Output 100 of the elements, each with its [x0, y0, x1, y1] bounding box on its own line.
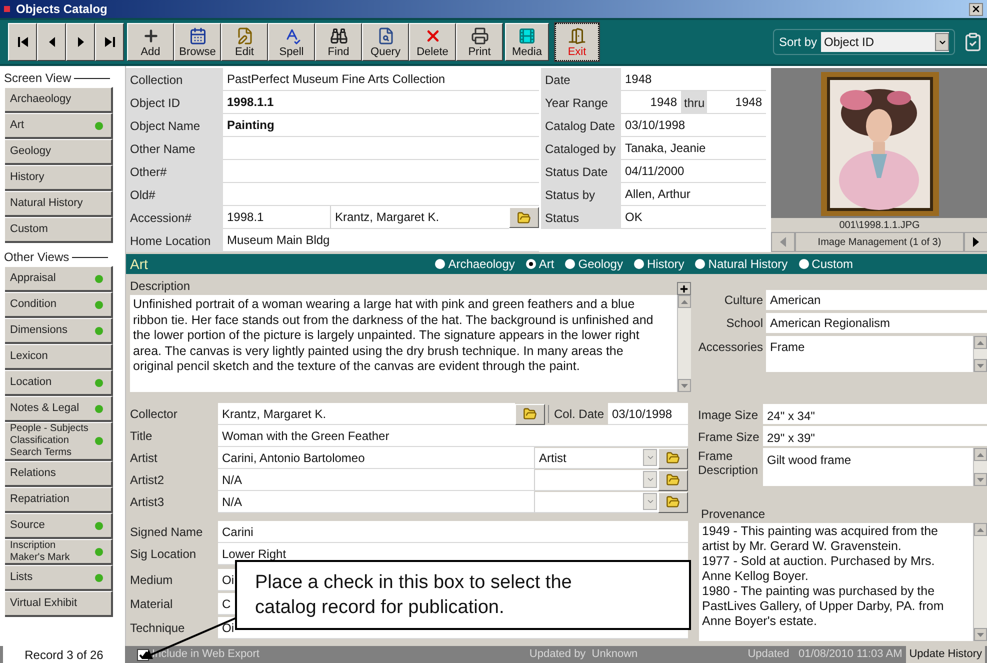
field-label: Accessories	[697, 339, 764, 356]
provenance-entry: 1980 - The painting was purchased by the PastLives Gallery, of Upper Darby, PA. from Anne Boyer's estate.	[702, 584, 945, 629]
toolbar-button[interactable]: Query	[362, 23, 409, 61]
view-button[interactable]: Relations	[5, 461, 113, 487]
text-field[interactable]: Carini, Antonio Bartolomeo	[218, 447, 535, 469]
view-button[interactable]: Geology	[5, 139, 113, 165]
view-button[interactable]: Custom	[5, 217, 113, 243]
view-button[interactable]: People - Subjects Classification Search Terms	[5, 422, 113, 461]
view-button[interactable]: History	[5, 165, 113, 191]
toolbar-button[interactable]: Media	[505, 23, 549, 61]
text-field[interactable]: Woman with the Green Feather	[218, 425, 688, 447]
field-label: Artist2	[130, 472, 166, 489]
field-label: Provenance	[700, 506, 766, 523]
field-label: Object ID	[130, 94, 180, 112]
view-radio[interactable]: Geology	[565, 255, 623, 273]
text-field[interactable]: Carini	[218, 521, 688, 543]
field-label: Frame Size	[698, 428, 760, 444]
group-heading: Screen View	[4, 70, 72, 87]
text-field[interactable]: N/A	[218, 469, 535, 491]
text-field[interactable]: 24" x 34"	[763, 404, 987, 424]
field-label: Old#	[130, 186, 156, 204]
text-field[interactable]: Gilt wood frame	[763, 448, 987, 486]
toolbar-button[interactable]: Add	[127, 23, 174, 61]
view-radio[interactable]: History	[634, 255, 684, 273]
toolbar-button[interactable]: Delete	[409, 23, 456, 61]
sort-dropdown[interactable]: Object ID	[821, 32, 949, 52]
field-label: Collection	[130, 72, 183, 88]
field-label: Catalog Date	[545, 118, 616, 134]
field-label: Home Location	[130, 232, 211, 250]
field-label: Status Date	[545, 164, 608, 180]
text-field[interactable]: Krantz, Margaret K.	[218, 403, 515, 425]
provenance-entry: 1949 - This painting was acquired from the artist by Mr. Gerard W. Gravenstein.	[702, 524, 940, 554]
field-label: Status	[545, 210, 580, 226]
view-button[interactable]: Appraisal	[5, 266, 113, 292]
field-label: Signed Name	[130, 524, 204, 541]
field-label: Medium	[130, 572, 174, 589]
field-label: School	[725, 315, 764, 332]
view-radio[interactable]: Natural History	[695, 255, 788, 273]
update-history-button[interactable]: Update History	[906, 646, 985, 663]
sort-label: Sort by	[778, 34, 817, 51]
view-radio[interactable]: Art	[526, 255, 554, 273]
view-button[interactable]: Source	[5, 513, 113, 539]
view-radio[interactable]: Archaeology	[435, 255, 515, 273]
field-label: Artist	[130, 450, 158, 467]
toolbar-button[interactable]: Spell	[268, 23, 315, 61]
view-button[interactable]: Lexicon	[5, 344, 113, 370]
field-label: Date	[545, 72, 570, 88]
field-label: Accession#	[130, 210, 192, 226]
view-button[interactable]: Notes & Legal	[5, 396, 113, 422]
section-title: Art	[130, 254, 148, 274]
field-label: Year Range	[545, 94, 608, 112]
field-label: Object Name	[130, 118, 200, 134]
view-button[interactable]: Natural History	[5, 191, 113, 217]
view-button[interactable]: Condition	[5, 292, 113, 318]
image-caption: 001\1998.1.1.JPG	[838, 219, 921, 232]
text-field[interactable]: 1998.1	[223, 206, 331, 229]
field-label: Culture	[723, 292, 764, 309]
toolbar-button[interactable]: Find	[315, 23, 362, 61]
view-button[interactable]: Art	[5, 113, 113, 139]
field-label: Status by	[545, 186, 596, 204]
field-label: Collector	[130, 406, 178, 423]
toolbar-button[interactable]: Print	[456, 23, 503, 61]
record-counter: Record 3 of 26	[3, 646, 125, 663]
field-label: Other Name	[130, 140, 196, 158]
text-field[interactable]: American Regionalism	[766, 313, 987, 333]
callout-tooltip: Place a check in this box to select the catalog record for publication.	[235, 560, 691, 630]
view-button[interactable]: Archaeology	[5, 87, 113, 113]
description-field[interactable]: Unfinished portrait of a woman wearing a large hat with pink and green feathers and a blue ribbon tie. Her face stands out from the darkness of the hat. The background is unfinished and the lower portion of the picture is largely unpainted. The signature appears in the lower right area. The canvas is very lightly painted using the dry brush technique. In many areas the original pencil sketch and the texture of the canvas are evident through the paint.	[130, 295, 677, 392]
provenance-entry: 1977 - Sold at auction. Purchased by Mrs. Anne Kellog Boyer.	[702, 554, 936, 584]
field-label: Sig Location	[130, 546, 198, 563]
view-button[interactable]: Lists	[5, 565, 113, 591]
image-management-button[interactable]: Image Management (1 of 3)	[795, 232, 964, 252]
updated-by-text: Updated by Unknown	[529, 647, 638, 662]
text-field[interactable]: 03/10/1998	[608, 403, 688, 425]
field-label: Image Size	[698, 406, 760, 422]
updated-date-text: Updated 01/08/2010 11:03 AM	[748, 647, 902, 662]
toolbar-button[interactable]: Browse	[174, 23, 221, 61]
view-radio[interactable]: Custom	[798, 255, 853, 273]
field-label: Description	[130, 278, 190, 295]
view-button[interactable]: Location	[5, 370, 113, 396]
field-label: Frame Description	[698, 448, 760, 477]
toolbar-button[interactable]: Edit	[221, 23, 268, 61]
field-label: Material	[130, 596, 174, 613]
field-label: Technique	[130, 620, 186, 637]
field-label: Title	[130, 428, 154, 445]
window-title: Objects Catalog	[16, 1, 108, 18]
text-field[interactable]: Frame	[766, 336, 987, 372]
view-button[interactable]: Inscription Maker's Mark	[5, 539, 113, 565]
field-label: Artist3	[130, 494, 166, 511]
text-field[interactable]: N/A	[218, 491, 535, 513]
field-label: Other#	[130, 164, 167, 180]
dropdown[interactable]: Artist	[535, 448, 658, 468]
view-button[interactable]: Virtual Exhibit	[5, 591, 113, 617]
text-field[interactable]: American	[766, 290, 987, 310]
field-label: Cataloged by	[545, 140, 616, 158]
group-heading: Other Views	[4, 249, 70, 266]
text-field[interactable]: 29" x 39"	[763, 426, 987, 446]
view-button[interactable]: Dimensions	[5, 318, 113, 344]
range-separator: thru	[681, 91, 707, 114]
view-button[interactable]: Repatriation	[5, 487, 113, 513]
